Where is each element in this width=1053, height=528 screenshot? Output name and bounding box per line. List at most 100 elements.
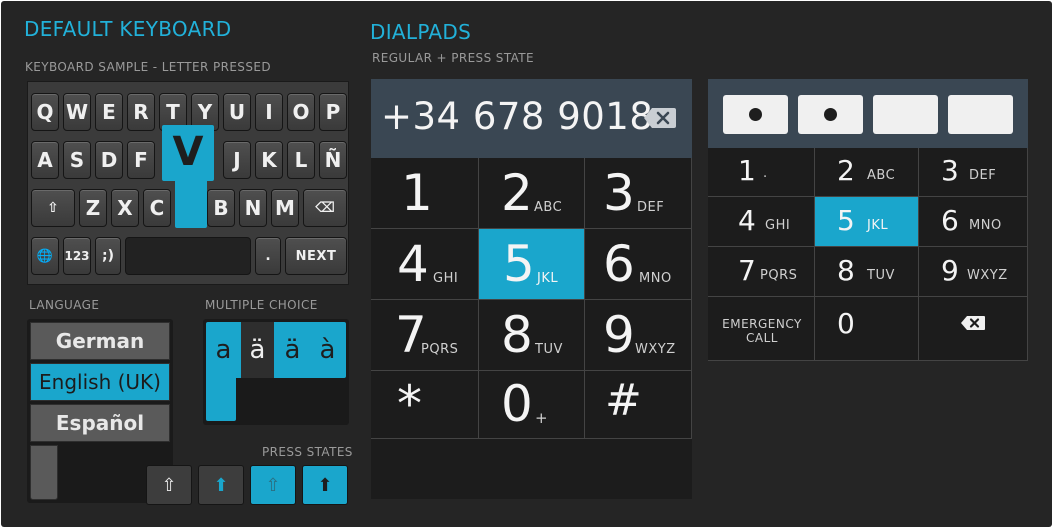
pin-key-3[interactable]: 3 DEF: [919, 148, 1028, 197]
backspace-icon[interactable]: [643, 107, 677, 129]
dial-digit: 5: [503, 235, 535, 293]
key-q[interactable]: Q: [31, 93, 59, 131]
dial-key-hash[interactable]: #: [585, 371, 692, 439]
dial-letters: GHI: [433, 271, 459, 286]
pin-key-1[interactable]: 1 .: [708, 148, 815, 197]
pin-key-6[interactable]: 6 MNO: [919, 197, 1028, 247]
shift-state-active-pressed[interactable]: ⬆: [302, 465, 348, 505]
language-label: LANGUAGE: [29, 298, 100, 312]
language-selector-tail: [30, 445, 58, 500]
choice-a-umlaut-selected[interactable]: ä: [241, 322, 274, 378]
key-n[interactable]: N: [239, 189, 267, 227]
dial-digit: 8: [501, 306, 533, 364]
dial-letters: +: [535, 409, 549, 427]
key-l[interactable]: L: [287, 141, 315, 179]
pin-box-2: [798, 95, 863, 134]
language-option-german[interactable]: German: [30, 322, 170, 360]
emergency-call-key[interactable]: EMERGENCY CALL: [708, 297, 815, 361]
key-c[interactable]: C: [143, 189, 171, 227]
pin-display: [708, 79, 1028, 148]
choice-a-umlaut[interactable]: ä: [276, 322, 309, 378]
key-d[interactable]: D: [95, 141, 123, 179]
pin-key-4[interactable]: 4 GHI: [708, 197, 815, 247]
dial-key-4[interactable]: 4 GHI: [371, 229, 479, 300]
dial-letters: MNO: [639, 271, 672, 286]
key-z[interactable]: Z: [79, 189, 107, 227]
shift-state-pressed[interactable]: ⇧: [250, 465, 296, 505]
dial-key-3[interactable]: 3 DEF: [585, 158, 692, 229]
pin-dot: [824, 108, 837, 121]
app-canvas: DEFAULT KEYBOARD KEYBOARD SAMPLE - LETTE…: [1, 1, 1052, 527]
key-x[interactable]: X: [111, 189, 139, 227]
choice-a[interactable]: a: [207, 322, 240, 378]
keyboard-sample-label: KEYBOARD SAMPLE - LETTER PRESSED: [25, 60, 271, 74]
emoticon-key[interactable]: ;): [95, 237, 121, 275]
key-u[interactable]: U: [223, 93, 251, 131]
dial-digit: *: [397, 375, 422, 433]
pin-letters: TUV: [867, 268, 895, 283]
key-f[interactable]: F: [127, 141, 155, 179]
pin-backspace-key[interactable]: [919, 297, 1028, 361]
language-switch-key[interactable]: 🌐: [31, 237, 59, 275]
press-states-label: PRESS STATES: [262, 445, 353, 459]
language-option-espanol[interactable]: Español: [30, 404, 170, 442]
pin-key-7[interactable]: 7 PQRS: [708, 247, 815, 297]
backspace-key[interactable]: ⌫: [303, 189, 347, 227]
pressed-key-stem: [175, 177, 207, 228]
shift-icon: ⇧: [265, 474, 281, 496]
pin-digit: 0: [837, 307, 855, 340]
pin-letters: GHI: [765, 218, 791, 233]
space-key[interactable]: [125, 237, 251, 275]
pin-letters: WXYZ: [967, 268, 1008, 283]
key-e[interactable]: E: [95, 93, 123, 131]
choice-a-grave[interactable]: à: [311, 322, 344, 378]
key-o[interactable]: O: [287, 93, 315, 131]
shift-state-normal[interactable]: ⇧: [146, 465, 192, 505]
key-a[interactable]: A: [31, 141, 59, 179]
key-i[interactable]: I: [255, 93, 283, 131]
pin-letters: .: [763, 166, 768, 181]
dial-key-8[interactable]: 8 TUV: [479, 300, 585, 371]
dial-digit: 0: [501, 375, 533, 433]
next-key[interactable]: NEXT: [285, 237, 347, 275]
dial-key-1[interactable]: 1: [371, 158, 479, 229]
pin-digit: 8: [837, 254, 855, 287]
dial-key-2[interactable]: 2 ABC: [479, 158, 585, 229]
pin-key-0[interactable]: 0: [815, 297, 919, 361]
language-option-english-uk[interactable]: English (UK): [30, 363, 170, 401]
pin-key-9[interactable]: 9 WXYZ: [919, 247, 1028, 297]
dial-key-6[interactable]: 6 MNO: [585, 229, 692, 300]
pin-key-5[interactable]: 5 JKL: [815, 197, 919, 247]
backspace-icon: [961, 316, 985, 330]
key-p[interactable]: P: [319, 93, 347, 131]
dial-key-5[interactable]: 5 JKL: [479, 229, 585, 300]
key-m[interactable]: M: [271, 189, 299, 227]
key-n-tilde[interactable]: Ñ: [319, 141, 347, 179]
backspace-icon: ⌫: [315, 200, 335, 216]
regular-press-label: REGULAR + PRESS STATE: [372, 51, 535, 65]
dial-key-0[interactable]: 0 +: [479, 371, 585, 439]
key-r[interactable]: R: [127, 93, 155, 131]
shift-icon: ⇧: [47, 200, 59, 216]
pressed-key-letter: V: [172, 129, 204, 175]
key-b[interactable]: B: [207, 189, 235, 227]
key-s[interactable]: S: [63, 141, 91, 179]
shift-key[interactable]: ⇧: [31, 189, 75, 227]
dial-key-9[interactable]: 9 WXYZ: [585, 300, 692, 371]
period-key[interactable]: .: [255, 237, 281, 275]
numbers-key[interactable]: 123: [63, 237, 91, 275]
globe-icon: 🌐: [36, 248, 54, 264]
pin-digit: 6: [941, 204, 959, 237]
key-j[interactable]: J: [223, 141, 251, 179]
dial-key-star[interactable]: *: [371, 371, 479, 439]
pin-key-2[interactable]: 2 ABC: [815, 148, 919, 197]
key-k[interactable]: K: [255, 141, 283, 179]
shift-state-active[interactable]: ⬆: [198, 465, 244, 505]
pin-key-8[interactable]: 8 TUV: [815, 247, 919, 297]
pin-box-1: [723, 95, 788, 134]
key-w[interactable]: W: [63, 93, 91, 131]
keyboard-sample: Q W E R T Y U I O P A S D F J K L Ñ ⇧ Z …: [27, 81, 349, 285]
dial-digit: #: [605, 375, 642, 426]
multiple-choice-popup: a ä ä à: [203, 319, 349, 425]
dial-key-7[interactable]: 7 PQRS: [371, 300, 479, 371]
